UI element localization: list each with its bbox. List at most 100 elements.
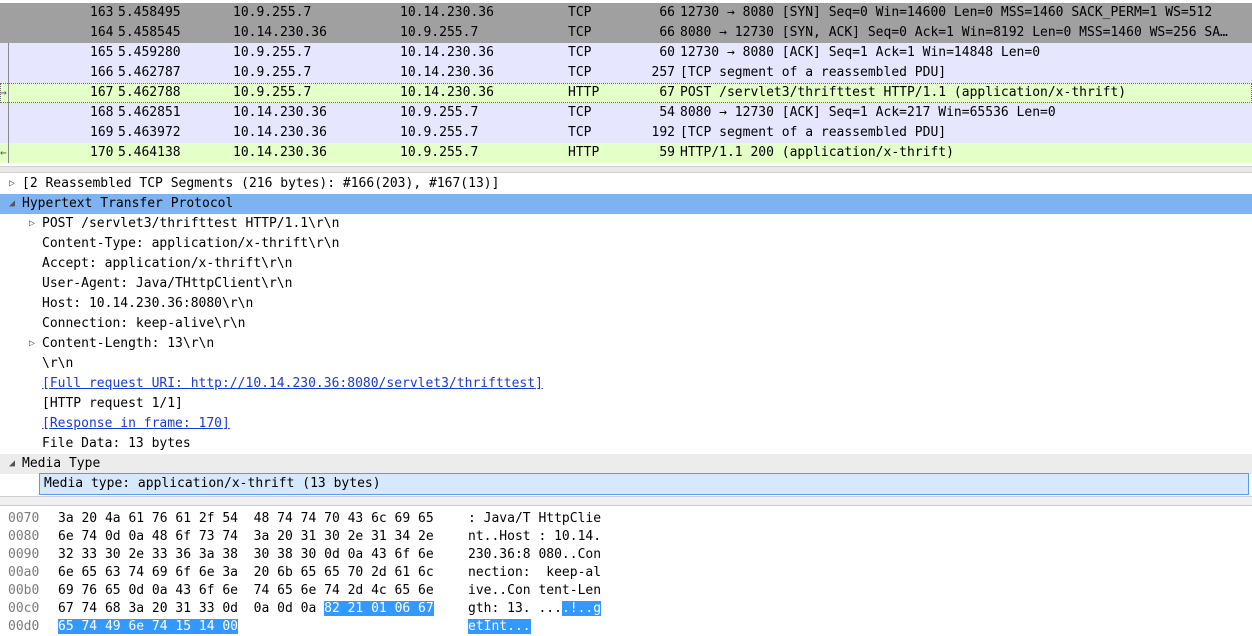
ascii-group: nt..Host	[468, 529, 531, 544]
ascii-group: : Java/T	[468, 511, 531, 526]
pane-splitter-top[interactable]	[0, 166, 1252, 173]
tree-item[interactable]: [HTTP request 1/1]	[0, 394, 1252, 414]
ascii-group: nection:	[468, 565, 531, 580]
tree-item[interactable]: Accept: application/x-thrift\r\n	[0, 254, 1252, 274]
packet-row[interactable]: 167 5.462788 10.9.255.7 10.14.230.36 HTTP 67 P…	[0, 83, 1252, 103]
ascii-group: 080..Con	[538, 547, 602, 562]
collapsed-arrow-icon[interactable]: ▷	[6, 174, 18, 194]
packet-source: 10.9.255.7	[233, 85, 312, 100]
packet-info: [TCP segment of a reassembled PDU]	[680, 125, 947, 140]
hex-bytes[interactable]: 65 74 49 6e 74 15 14 00	[58, 618, 239, 636]
packet-info: 8080 → 12730 [ACK] Seq=1 Ack=217 Win=655…	[680, 105, 1056, 120]
collapsed-arrow-icon[interactable]: ▷	[26, 214, 38, 234]
hex-bytes[interactable]: 6e 74 0d 0a 48 6f 73 74 3a 20 31 30 2e 3…	[58, 528, 434, 546]
packet-protocol: TCP	[568, 45, 592, 60]
tree-item[interactable]: User-Agent: Java/THttpClient\r\n	[0, 274, 1252, 294]
packet-number: 166	[90, 65, 114, 80]
packet-length: 66	[659, 25, 675, 40]
hex-offset: 00c0	[8, 601, 40, 616]
hex-ascii[interactable]: gth: 13. ....!..g	[468, 600, 602, 618]
hex-bytes[interactable]: 6e 65 63 74 69 6f 6e 3a 20 6b 65 65 70 2…	[58, 564, 434, 582]
packet-destination: 10.14.230.36	[400, 85, 494, 100]
packet-time: 5.462788	[118, 85, 181, 100]
hex-offset: 00a0	[8, 565, 40, 580]
hex-ascii[interactable]: nection: keep-al	[468, 564, 601, 582]
packet-destination: 10.9.255.7	[400, 145, 479, 160]
tree-item[interactable]: ◢ Hypertext Transfer Protocol	[0, 194, 1252, 214]
packet-destination: 10.14.230.36	[400, 5, 494, 20]
packet-destination: 10.14.230.36	[400, 65, 494, 80]
tree-item[interactable]: Media type: application/x-thrift (13 byt…	[0, 473, 1252, 495]
hex-ascii[interactable]: nt..Host : 10.14.	[468, 528, 601, 546]
hex-offset: 00d0	[8, 619, 40, 634]
packet-row[interactable]: 170 5.464138 10.14.230.36 10.9.255.7 HTTP 59 H…	[0, 143, 1252, 163]
packet-row[interactable]: 163 5.458495 10.9.255.7 10.14.230.36 TCP 66 12…	[0, 3, 1252, 23]
hex-row: 0080 6e 74 0d 0a 48 6f 73 74 3a 20 31 30 …	[0, 528, 1252, 546]
hex-ascii[interactable]: : Java/T HttpClie	[468, 510, 601, 528]
tree-item-label: Content-Type: application/x-thrift\r\n	[42, 236, 340, 251]
packet-row[interactable]: 168 5.462851 10.14.230.36 10.9.255.7 TCP 54 80…	[0, 103, 1252, 123]
packet-length: 67	[659, 85, 675, 100]
packet-row[interactable]: 169 5.463972 10.14.230.36 10.9.255.7 TCP 192 […	[0, 123, 1252, 143]
tree-item-label: Content-Length: 13\r\n	[42, 336, 215, 351]
expanded-arrow-icon[interactable]: ◢	[6, 454, 18, 474]
tree-item[interactable]: ▷ Content-Length: 13\r\n	[0, 334, 1252, 354]
tree-item-label: Connection: keep-alive\r\n	[42, 316, 246, 331]
tree-item-label: User-Agent: Java/THttpClient\r\n	[42, 276, 293, 291]
hex-bytes-group: 48 74 74 70 43 6c 69 65	[253, 511, 434, 526]
packet-time: 5.464138	[118, 145, 181, 160]
packet-length: 192	[651, 125, 675, 140]
packet-row[interactable]: 166 5.462787 10.9.255.7 10.14.230.36 TCP 257 […	[0, 63, 1252, 83]
hex-bytes[interactable]: 32 33 30 2e 33 36 3a 38 30 38 30 0d 0a 4…	[58, 546, 434, 564]
hex-bytes-selected: 65 74 49 6e 74 15 14 00	[58, 619, 239, 634]
hex-bytes-group: 30 38 30 0d 0a 43 6f 6e	[253, 547, 434, 562]
hex-bytes[interactable]: 69 76 65 0d 0a 43 6f 6e 74 65 6e 74 2d 4…	[58, 582, 434, 600]
packet-source: 10.14.230.36	[233, 145, 327, 160]
pane-splitter-bottom[interactable]	[0, 496, 1252, 506]
packet-number: 167	[90, 85, 114, 100]
tree-item[interactable]: [Full request URI: http://10.14.230.36:8…	[0, 374, 1252, 394]
packet-protocol: TCP	[568, 5, 592, 20]
packet-length: 60	[659, 45, 675, 60]
tree-item[interactable]: \r\n	[0, 354, 1252, 374]
packet-number: 164	[90, 25, 114, 40]
ascii-group: ...	[538, 601, 562, 616]
tree-item[interactable]: ◢ Media Type	[0, 454, 1252, 474]
tree-item[interactable]: ▷ POST /servlet3/thrifttest HTTP/1.1\r\n	[0, 214, 1252, 234]
packet-source: 10.9.255.7	[233, 5, 312, 20]
hex-row: 0090 32 33 30 2e 33 36 3a 38 30 38 30 0d …	[0, 546, 1252, 564]
hex-bytes-group: 0a 0d 0a	[253, 601, 317, 616]
collapsed-arrow-icon[interactable]: ▷	[26, 334, 38, 354]
hex-ascii[interactable]: etInt...	[468, 618, 531, 636]
packet-time: 5.458495	[118, 5, 181, 20]
hex-bytes[interactable]: 67 74 68 3a 20 31 33 0d 0a 0d 0a 82 21 0…	[58, 600, 434, 618]
tree-item[interactable]: Host: 10.14.230.36:8080\r\n	[0, 294, 1252, 314]
tree-item[interactable]: ▷ [2 Reassembled TCP Segments (216 bytes)…	[0, 174, 1252, 194]
ascii-selected: .!..g	[561, 601, 602, 616]
hex-bytes-group: 3a 20 4a 61 76 61 2f 54	[58, 511, 239, 526]
hex-bytes[interactable]: 3a 20 4a 61 76 61 2f 54 48 74 74 70 43 6…	[58, 510, 434, 528]
tree-item-link[interactable]: [Response in frame: 170]	[42, 414, 230, 434]
packet-row[interactable]: 164 5.458545 10.14.230.36 10.9.255.7 TCP 66 80…	[0, 23, 1252, 43]
packet-protocol: TCP	[568, 125, 592, 140]
tree-item-link[interactable]: [Full request URI: http://10.14.230.36:8…	[42, 374, 543, 394]
tree-item[interactable]: Connection: keep-alive\r\n	[0, 314, 1252, 334]
hex-row: 00d0 65 74 49 6e 74 15 14 00 etInt...	[0, 618, 1252, 636]
tree-item[interactable]: [Response in frame: 170]	[0, 414, 1252, 434]
hex-bytes-group: 69 76 65 0d 0a 43 6f 6e	[58, 583, 239, 598]
hex-ascii[interactable]: 230.36:8 080..Con	[468, 546, 601, 564]
packet-row[interactable]: 165 5.459280 10.9.255.7 10.14.230.36 TCP 60 12…	[0, 43, 1252, 63]
tree-item[interactable]: File Data: 13 bytes	[0, 434, 1252, 454]
packet-source: 10.9.255.7	[233, 45, 312, 60]
packet-time: 5.458545	[118, 25, 181, 40]
packet-info: HTTP/1.1 200 (application/x-thrift)	[680, 145, 954, 160]
hex-ascii[interactable]: ive..Con tent-Len	[468, 582, 601, 600]
tree-item[interactable]: Content-Type: application/x-thrift\r\n	[0, 234, 1252, 254]
tree-item-label: Media type: application/x-thrift (13 byt…	[39, 473, 1249, 495]
ascii-group: HttpClie	[538, 511, 602, 526]
tree-item-label: POST /servlet3/thrifttest HTTP/1.1\r\n	[42, 216, 340, 231]
packet-source: 10.9.255.7	[233, 65, 312, 80]
expanded-arrow-icon[interactable]: ◢	[6, 194, 18, 214]
hex-offset: 00b0	[8, 583, 40, 598]
hex-row: 00b0 69 76 65 0d 0a 43 6f 6e 74 65 6e 74 …	[0, 582, 1252, 600]
